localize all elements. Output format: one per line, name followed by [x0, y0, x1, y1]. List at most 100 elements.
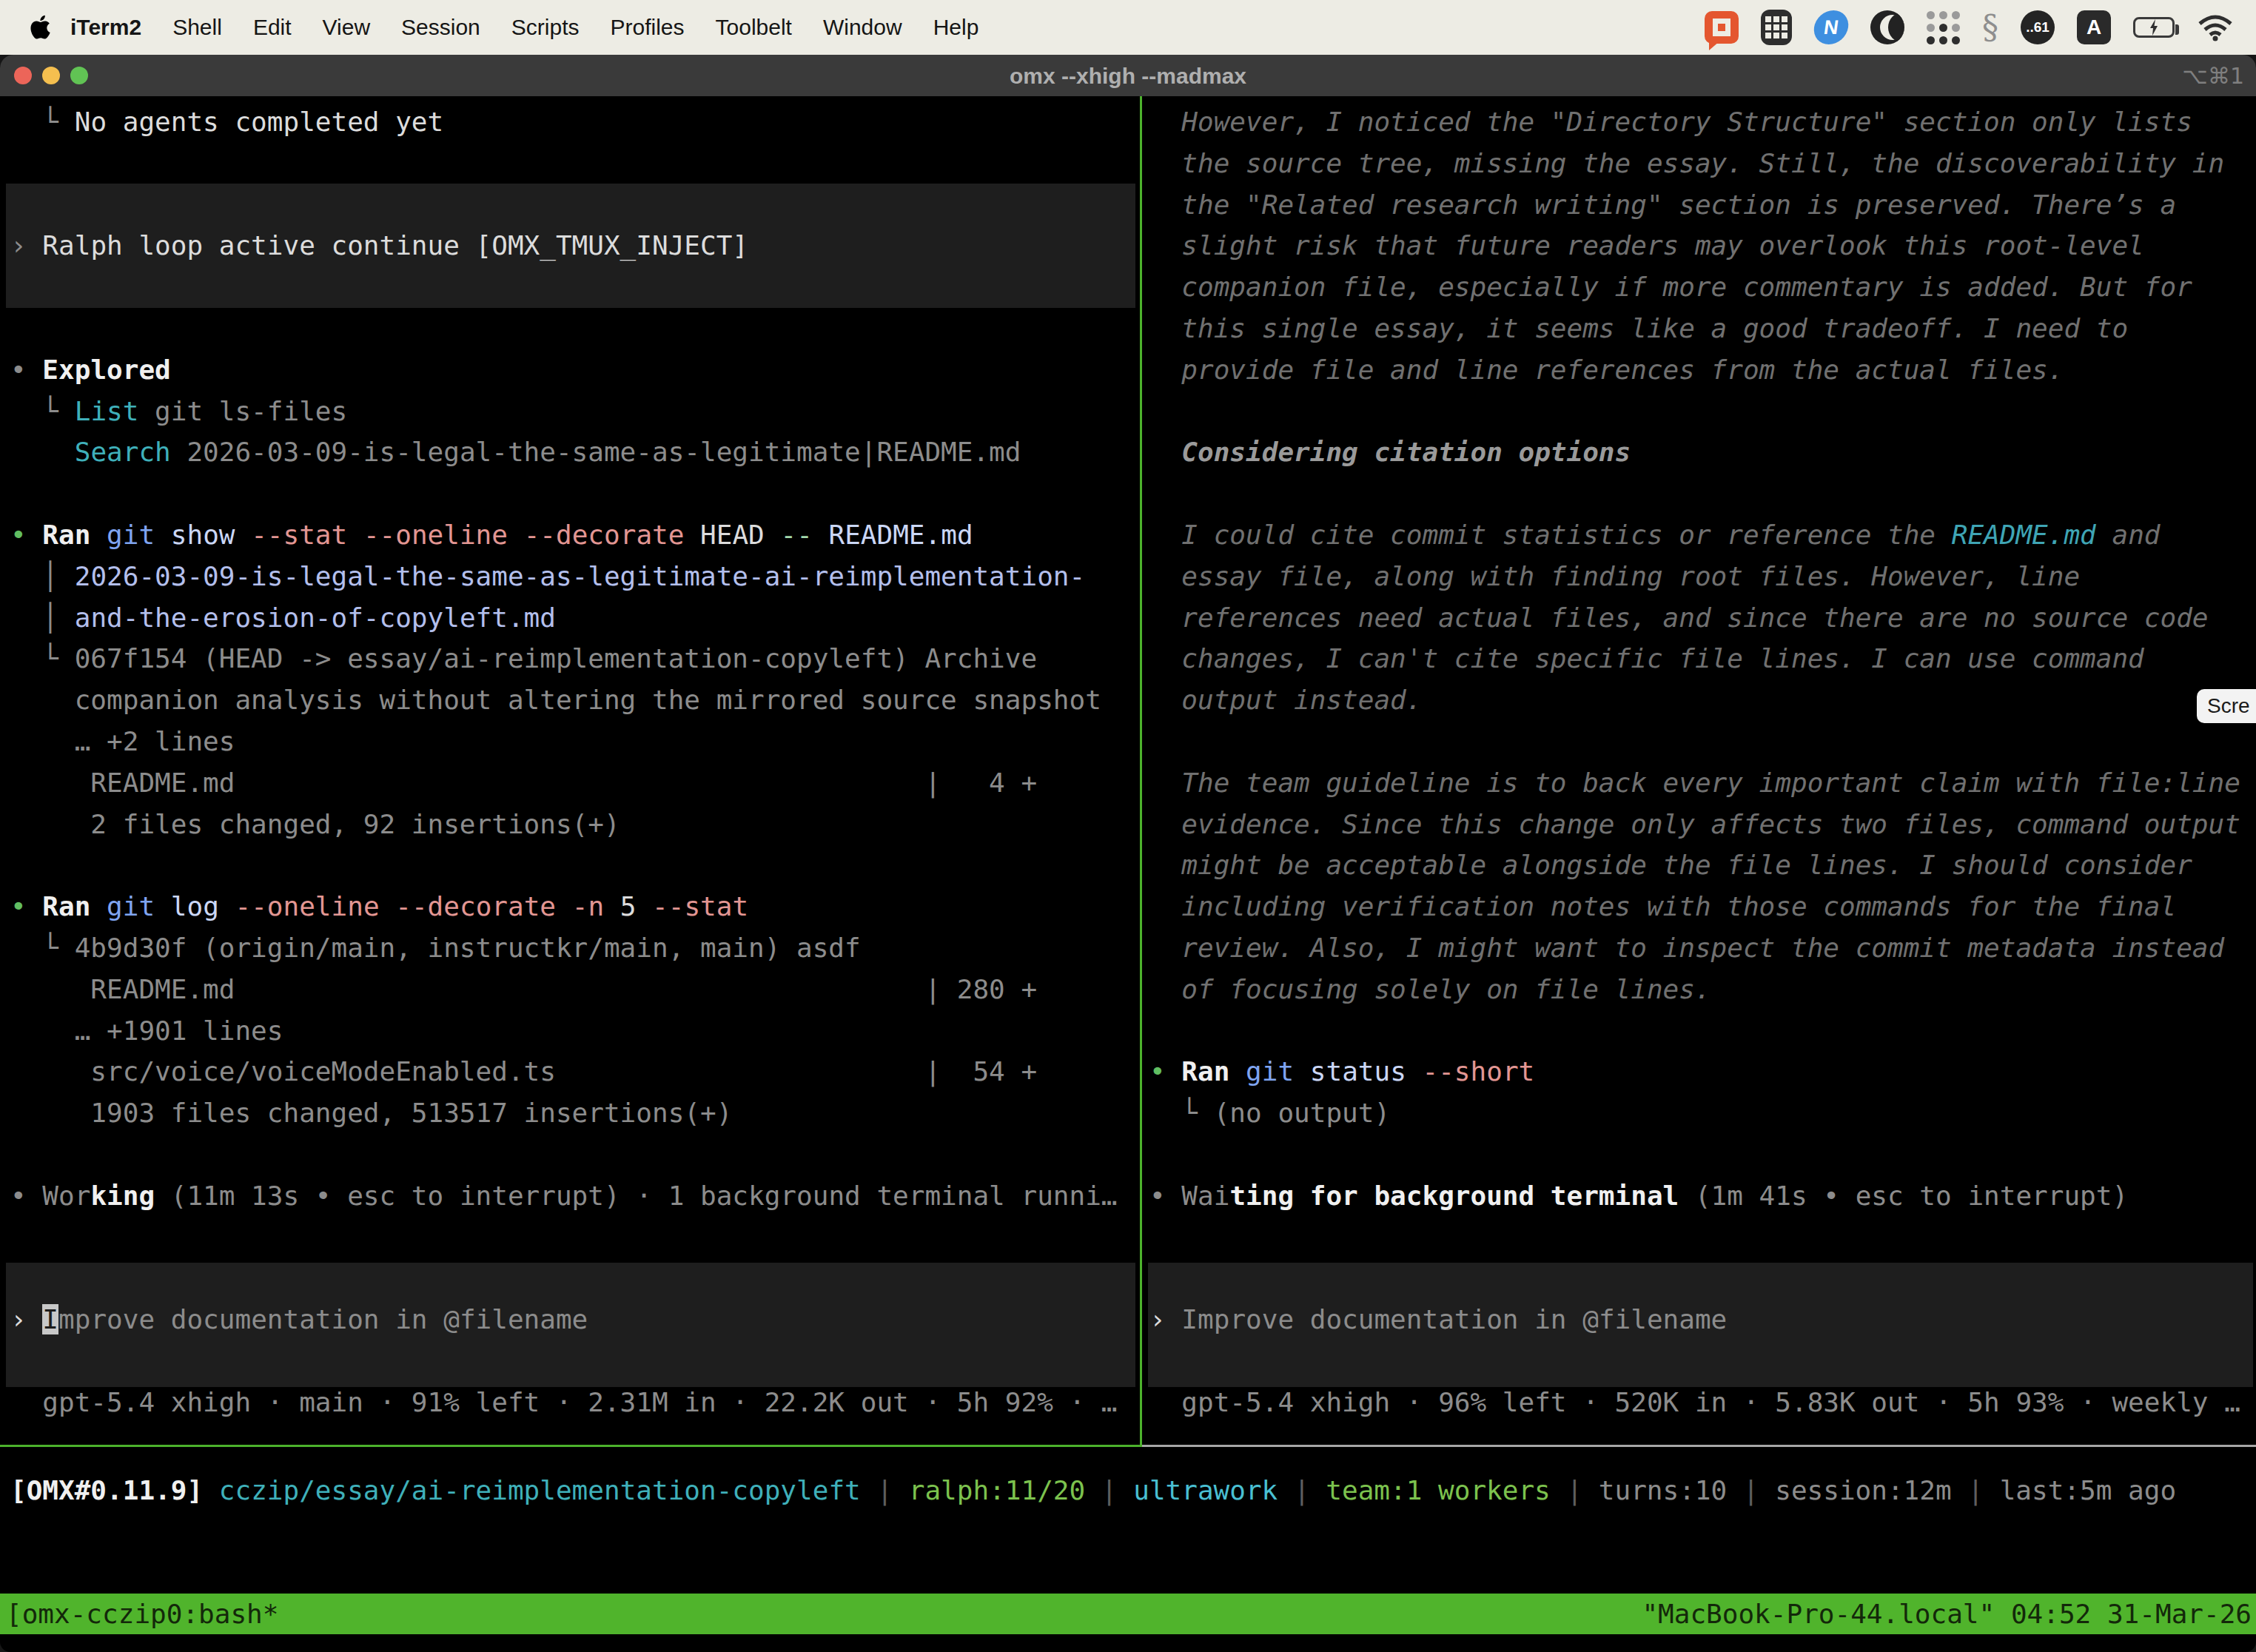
terminal-row: src/voice/voiceModeEnabled.ts | 54 + — [10, 1051, 1140, 1092]
terminal-row: gpt-5.4 xhigh · main · 91% left · 2.31M … — [10, 1382, 1140, 1423]
terminal-row: essay file, along with finding root file… — [1149, 556, 2256, 597]
apple-logo-icon[interactable] — [30, 13, 53, 41]
terminal-row: › Improve documentation in @filename — [1149, 1299, 2256, 1340]
terminal-row: companion file, especially if more comme… — [1149, 266, 2256, 308]
terminal-row — [1149, 1258, 2256, 1299]
terminal-row: └ (no output) — [1149, 1092, 2256, 1134]
terminal-row: review. Also, I might want to inspect th… — [1149, 927, 2256, 969]
dots-grid-icon[interactable] — [1927, 11, 1960, 44]
terminal-row: including verification notes with those … — [1149, 886, 2256, 927]
tmux-status-bar: [omx-cczip0:bash* "MacBook-Pro-44.local"… — [0, 1594, 2256, 1634]
terminal-row: └ 4b9d30f (origin/main, instructkr/main,… — [10, 927, 1140, 969]
terminal-row: Considering citation options — [1149, 432, 2256, 473]
terminal-row: references need actual files, and since … — [1149, 597, 2256, 639]
chat-icon[interactable] — [1705, 11, 1739, 44]
terminal-row: provide file and line references from th… — [1149, 349, 2256, 391]
terminal-row: companion analysis without altering the … — [10, 679, 1140, 721]
terminal-row — [1149, 721, 2256, 762]
terminal-row — [1149, 1340, 2256, 1382]
terminal-row: the source tree, missing the essay. Stil… — [1149, 143, 2256, 184]
terminal-row: • Working (11m 13s • esc to interrupt) ·… — [10, 1175, 1140, 1217]
wifi-icon[interactable] — [2197, 13, 2234, 41]
screen-share-button[interactable]: Scre — [2197, 689, 2256, 723]
menu-help[interactable]: Help — [918, 15, 995, 39]
terminal-row: › Ralph loop active continue [OMX_TMUX_I… — [10, 225, 1140, 266]
terminal-row: │ and-the-erosion-of-copyleft.md — [10, 597, 1140, 639]
right-pane-border — [1142, 1445, 2256, 1447]
terminal-row — [1149, 1217, 2256, 1258]
terminal-row: └ 067f154 (HEAD -> essay/ai-reimplementa… — [10, 638, 1140, 679]
menu-scripts[interactable]: Scripts — [496, 15, 595, 39]
terminal-row: [OMX#0.11.9] cczip/essay/ai-reimplementa… — [10, 1470, 2176, 1511]
battery-icon[interactable] — [2133, 17, 2175, 38]
menu-bar: iTerm2ShellEditViewSessionScriptsProfile… — [0, 0, 2256, 55]
left-pane[interactable]: └ No agents completed yet › Ralph loop a… — [0, 101, 1140, 1446]
terminal-row: • Explored — [10, 349, 1140, 391]
right-pane[interactable]: However, I noticed the "Directory Struct… — [1142, 101, 2256, 1446]
terminal-content: └ No agents completed yet › Ralph loop a… — [0, 96, 2256, 1594]
terminal-row — [10, 308, 1140, 349]
terminal-row: this single essay, it seems like a good … — [1149, 308, 2256, 349]
terminal-row: the "Related research writing" section i… — [1149, 184, 2256, 226]
menu-edit[interactable]: Edit — [238, 15, 307, 39]
menu-profiles[interactable]: Profiles — [594, 15, 699, 39]
terminal-row: However, I noticed the "Directory Struct… — [1149, 101, 2256, 143]
squiggle-icon[interactable]: § — [1982, 11, 1998, 44]
terminal-row — [10, 1258, 1140, 1299]
terminal-row — [10, 143, 1140, 184]
terminal-row: README.md | 280 + — [10, 969, 1140, 1010]
terminal-row — [10, 1217, 1140, 1258]
menu-shell[interactable]: Shell — [157, 15, 238, 39]
left-pane-border — [0, 1445, 1140, 1447]
terminal-row: README.md | 4 + — [10, 762, 1140, 804]
menu-view[interactable]: View — [307, 15, 386, 39]
terminal-row: I could cite commit statistics or refere… — [1149, 514, 2256, 556]
contrast-pie-icon[interactable] — [1870, 10, 1904, 44]
terminal-row — [1149, 1010, 2256, 1052]
app-grid-shield-icon[interactable] — [1761, 10, 1792, 45]
window-title: omx --xhigh --madmax — [0, 55, 2256, 96]
terminal-row — [10, 184, 1140, 226]
pane-divider[interactable] — [1140, 96, 1142, 1447]
window-shortcut: ⌥⌘1 — [2182, 55, 2244, 96]
terminal-row: changes, I can't cite specific file line… — [1149, 638, 2256, 679]
terminal-window: omx --xhigh --madmax ⌥⌘1 └ No agents com… — [0, 55, 2256, 1652]
menu-window[interactable]: Window — [808, 15, 918, 39]
terminal-row: • Ran git log --oneline --decorate -n 5 … — [10, 886, 1140, 927]
terminal-row: of focusing solely on file lines. — [1149, 969, 2256, 1010]
terminal-row: 2 files changed, 92 insertions(+) — [10, 804, 1140, 845]
terminal-row: … +1901 lines — [10, 1010, 1140, 1052]
terminal-row: Search 2026-03-09-is-legal-the-same-as-l… — [10, 432, 1140, 473]
terminal-row: └ No agents completed yet — [10, 101, 1140, 143]
tmux-session-label: [omx-cczip0:bash* — [0, 1599, 278, 1629]
title-bar: omx --xhigh --madmax ⌥⌘1 — [0, 55, 2256, 96]
terminal-row — [10, 845, 1140, 886]
tmux-host-clock: "MacBook-Pro-44.local" 04:52 31-Mar-26 — [1642, 1599, 2256, 1629]
menu-iterm2[interactable]: iTerm2 — [53, 15, 157, 39]
terminal-row: • Ran git status --short — [1149, 1051, 2256, 1092]
omx-status-line: [OMX#0.11.9] cczip/essay/ai-reimplementa… — [10, 1470, 2176, 1511]
terminal-row: 1903 files changed, 513517 insertions(+) — [10, 1092, 1140, 1134]
verified-badge-icon[interactable]: N — [1812, 10, 1850, 44]
usage-badge-icon[interactable]: ..61 — [2021, 10, 2055, 44]
terminal-row — [1149, 1134, 2256, 1175]
menu-session[interactable]: Session — [386, 15, 496, 39]
terminal-row — [1149, 391, 2256, 432]
terminal-row: gpt-5.4 xhigh · 96% left · 520K in · 5.8… — [1149, 1382, 2256, 1423]
input-source-icon[interactable]: A — [2077, 10, 2111, 44]
terminal-row: │ 2026-03-09-is-legal-the-same-as-legiti… — [10, 556, 1140, 597]
terminal-row: output instead. — [1149, 679, 2256, 721]
terminal-row — [10, 473, 1140, 514]
terminal-row: might be acceptable alongside the file l… — [1149, 845, 2256, 886]
terminal-row: › Improve documentation in @filename — [10, 1299, 1140, 1340]
menu-toolbelt[interactable]: Toolbelt — [700, 15, 808, 39]
terminal-row: └ List git ls-files — [10, 391, 1140, 432]
terminal-row: • Waiting for background terminal (1m 41… — [1149, 1175, 2256, 1217]
terminal-row: • Ran git show --stat --oneline --decora… — [10, 514, 1140, 556]
terminal-row — [10, 1340, 1140, 1382]
terminal-row: evidence. Since this change only affects… — [1149, 804, 2256, 845]
terminal-row: The team guideline is to back every impo… — [1149, 762, 2256, 804]
terminal-row — [10, 1134, 1140, 1175]
terminal-row: slight risk that future readers may over… — [1149, 225, 2256, 266]
terminal-row — [1149, 473, 2256, 514]
